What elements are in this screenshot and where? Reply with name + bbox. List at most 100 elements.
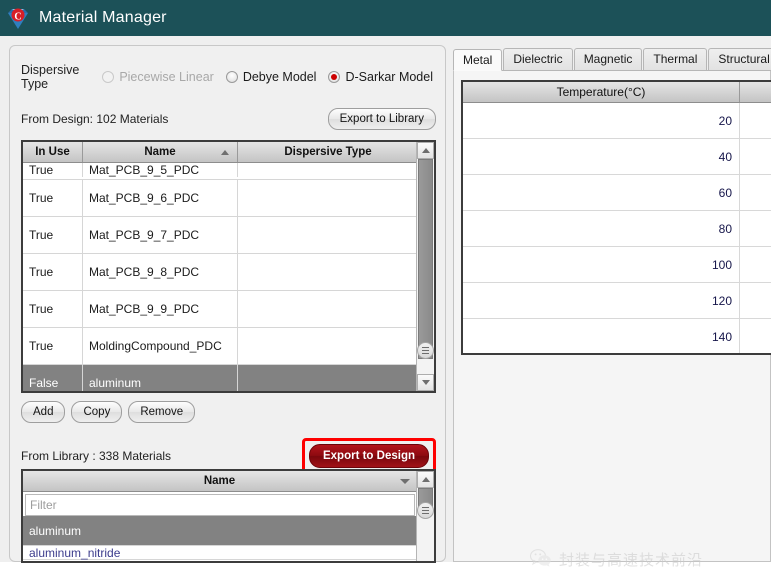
cell-secondary: [740, 319, 771, 353]
cell-dispersive: [238, 254, 418, 290]
cell-dispersive: [238, 217, 418, 253]
tab-metal[interactable]: Metal: [453, 49, 503, 71]
library-column-header-label: Name: [203, 475, 236, 487]
design-table-body: True Mat_PCB_9_5_PDC True Mat_PCB_9_6_PD…: [23, 163, 434, 391]
cell-dispersive: [238, 365, 418, 391]
tab-thermal[interactable]: Thermal: [643, 48, 708, 70]
library-item-label: aluminum_nitride: [29, 545, 121, 560]
radio-d-sarkar-model[interactable]: D-Sarkar Model: [328, 70, 433, 84]
table-row[interactable]: True Mat_PCB_9_5_PDC: [23, 163, 434, 180]
scrollbar-grip-icon[interactable]: [417, 342, 434, 359]
copy-button[interactable]: Copy: [71, 401, 123, 423]
radio-indicator-debye-model: [225, 71, 238, 83]
library-materials-table: Name Filter aluminum aluminum_nitride: [21, 469, 436, 563]
dispersive-type-label: Dispersive Type: [21, 63, 80, 91]
library-filter-placeholder: Filter: [30, 498, 57, 512]
cell-name: Mat_PCB_9_8_PDC: [83, 254, 238, 290]
cell-secondary: [740, 139, 771, 174]
table-row[interactable]: 80: [463, 211, 771, 247]
radio-label-debye-model: Debye Model: [242, 70, 317, 84]
from-design-summary: From Design: 102 Materials: [21, 112, 169, 126]
tab-structural[interactable]: Structural: [708, 48, 771, 70]
column-header-in-use[interactable]: In Use: [23, 142, 83, 162]
dispersive-type-row: Dispersive Type Piecewise Linear Debye M…: [21, 63, 445, 91]
list-item[interactable]: aluminum_nitride: [23, 546, 416, 560]
table-row[interactable]: 40: [463, 139, 771, 175]
library-table-scrollbar[interactable]: [416, 471, 434, 561]
cell-temperature: 120: [463, 283, 740, 318]
cell-dispersive: [238, 291, 418, 327]
add-button[interactable]: Add: [21, 401, 66, 423]
radio-indicator-d-sarkar-model: [328, 71, 341, 83]
scroll-down-icon[interactable]: [417, 374, 434, 391]
watermark: 封装与高速技术前沿: [529, 548, 704, 571]
cell-dispersive: [238, 328, 418, 364]
cadence-gem-icon: C: [5, 5, 31, 31]
cell-name: Mat_PCB_9_6_PDC: [83, 180, 238, 216]
scrollbar-grip-icon[interactable]: [417, 502, 434, 519]
scroll-up-icon[interactable]: [417, 471, 434, 488]
cell-temperature: 40: [463, 139, 740, 174]
temperature-property-table: Temperature(°C) 20 40 60 80 100 120 140: [461, 80, 771, 355]
temperature-table-header: Temperature(°C): [463, 82, 771, 103]
watermark-text: 封装与高速技术前沿: [559, 552, 704, 569]
radio-piecewise-linear[interactable]: Piecewise Linear: [102, 70, 214, 84]
cell-secondary: [740, 103, 771, 138]
cell-secondary: [740, 175, 771, 210]
export-to-library-button[interactable]: Export to Library: [327, 108, 436, 130]
cell-name: MoldingCompound_PDC: [83, 328, 238, 364]
table-row[interactable]: True Mat_PCB_9_6_PDC: [23, 180, 434, 217]
chevron-down-icon[interactable]: [400, 478, 410, 484]
cell-in-use: True: [23, 254, 83, 290]
property-tabs: Metal Dielectric Magnetic Thermal Struct…: [453, 48, 771, 71]
library-item-label: aluminum: [29, 523, 82, 538]
cell-in-use: True: [23, 217, 83, 253]
cell-in-use: True: [23, 291, 83, 327]
radio-label-piecewise-linear: Piecewise Linear: [119, 70, 214, 84]
design-table-header: In Use Name Dispersive Type: [23, 142, 434, 163]
design-materials-table: In Use Name Dispersive Type True Mat_PCB…: [21, 140, 436, 393]
export-to-design-button[interactable]: Export to Design: [308, 444, 429, 468]
material-properties-panel: Metal Dielectric Magnetic Thermal Struct…: [453, 45, 771, 569]
column-header-name-label: Name: [144, 146, 176, 158]
column-header-temperature[interactable]: Temperature(°C): [463, 82, 740, 102]
table-row[interactable]: 120: [463, 283, 771, 319]
table-row[interactable]: True Mat_PCB_9_7_PDC: [23, 217, 434, 254]
cell-temperature: 20: [463, 103, 740, 138]
cell-temperature: 100: [463, 247, 740, 282]
table-row[interactable]: 20: [463, 103, 771, 139]
cell-secondary: [740, 247, 771, 282]
library-column-header-name[interactable]: Name: [23, 471, 434, 492]
cell-name: Mat_PCB_9_9_PDC: [83, 291, 238, 327]
cell-name: aluminum: [83, 365, 238, 391]
cell-name: Mat_PCB_9_7_PDC: [83, 217, 238, 253]
radio-debye-model[interactable]: Debye Model: [225, 70, 317, 84]
cell-temperature: 140: [463, 319, 740, 353]
table-row[interactable]: 100: [463, 247, 771, 283]
remove-button[interactable]: Remove: [128, 401, 196, 423]
tab-dielectric[interactable]: Dielectric: [503, 48, 573, 70]
svg-text:C: C: [14, 12, 21, 23]
wechat-icon: [529, 548, 552, 571]
design-materials-panel: Dispersive Type Piecewise Linear Debye M…: [9, 45, 446, 563]
radio-indicator-piecewise-linear: [102, 71, 115, 83]
scroll-up-icon[interactable]: [417, 142, 434, 159]
table-row[interactable]: True Mat_PCB_9_9_PDC: [23, 291, 434, 328]
table-row[interactable]: True Mat_PCB_9_8_PDC: [23, 254, 434, 291]
table-row[interactable]: 60: [463, 175, 771, 211]
list-item[interactable]: aluminum: [23, 516, 416, 546]
design-table-scrollbar[interactable]: [416, 142, 434, 391]
scrollbar-thumb[interactable]: [418, 159, 433, 359]
column-header-secondary[interactable]: [740, 82, 771, 102]
table-row[interactable]: 140: [463, 319, 771, 353]
tab-magnetic[interactable]: Magnetic: [573, 48, 643, 70]
cell-temperature: 60: [463, 175, 740, 210]
table-row[interactable]: True MoldingCompound_PDC: [23, 328, 434, 365]
sort-ascending-icon: [221, 149, 229, 155]
main-content: Dispersive Type Piecewise Linear Debye M…: [0, 36, 771, 569]
library-filter-input[interactable]: Filter: [25, 494, 415, 516]
column-header-name[interactable]: Name: [83, 142, 238, 162]
column-header-dispersive-type[interactable]: Dispersive Type: [238, 142, 418, 162]
cell-in-use: False: [23, 365, 83, 391]
table-row[interactable]: False aluminum: [23, 365, 434, 391]
